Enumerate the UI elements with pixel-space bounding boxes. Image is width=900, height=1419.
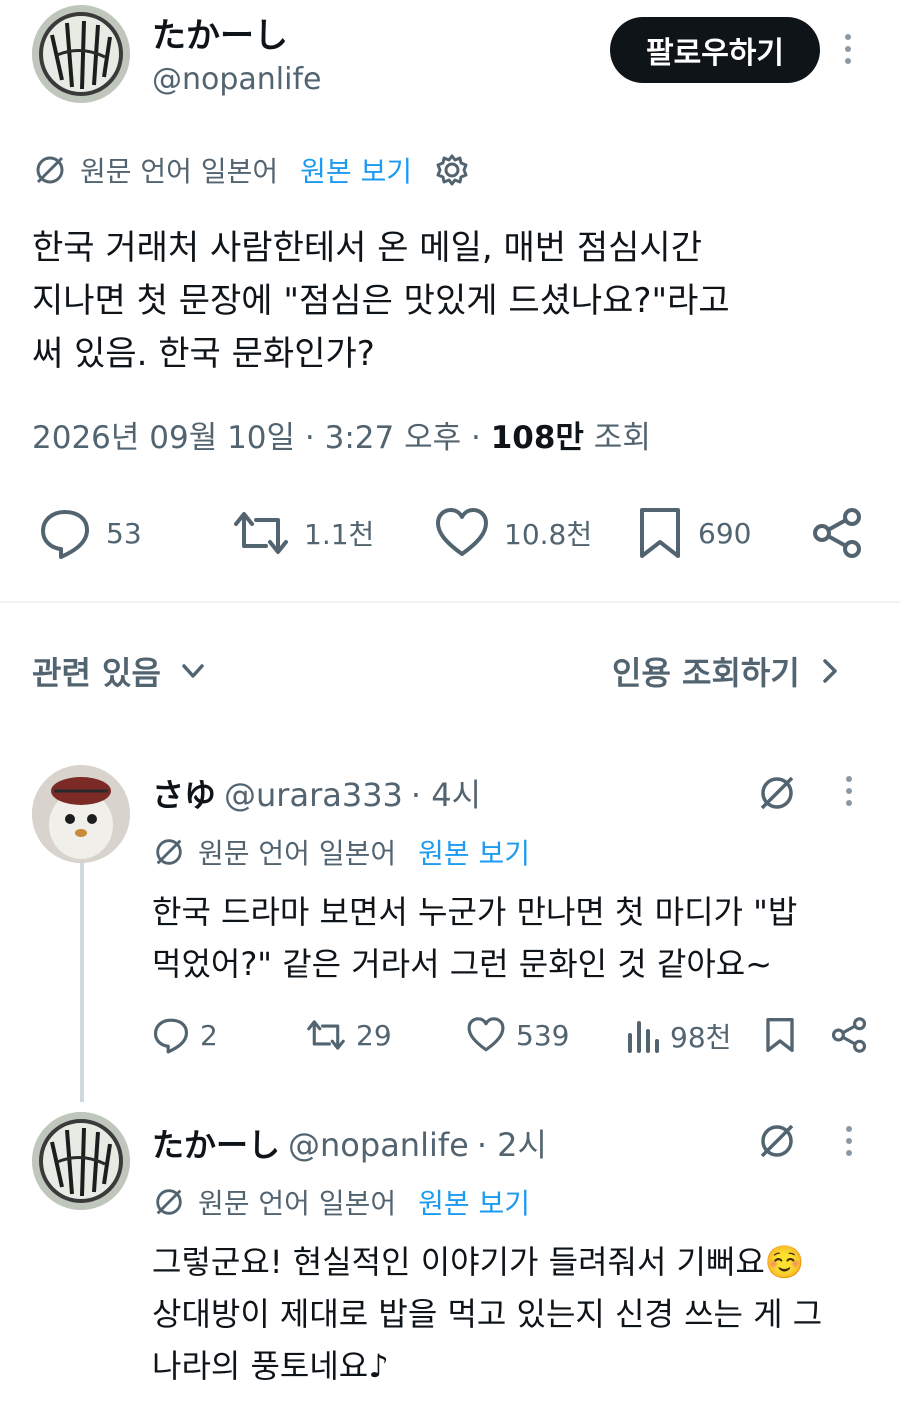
translate-label: 원문 언어 일본어 [198, 1187, 397, 1220]
view-original-link[interactable]: 원본 보기 [418, 1182, 530, 1222]
author-name[interactable]: たかーし [152, 8, 288, 57]
more-icon[interactable] [845, 34, 851, 64]
translate-label: 원문 언어 일본어 [198, 837, 397, 870]
like-count: 539 [516, 1018, 570, 1052]
view-count-label: 조회 [593, 420, 651, 456]
like-icon [434, 506, 490, 560]
bookmark-count: 690 [698, 516, 752, 550]
reply-count: 53 [106, 516, 142, 550]
share-icon[interactable] [810, 506, 864, 560]
reply-body-line: 나라의 풍토네요♪ [152, 1347, 389, 1385]
like-button[interactable]: 10.8천 [434, 506, 592, 560]
reply-body-line: 상대방이 제대로 밥을 먹고 있는지 신경 쓰는 게 그 [152, 1295, 823, 1333]
repost-count: 29 [356, 1018, 392, 1052]
views-button[interactable]: 98천 [626, 1016, 731, 1056]
share-icon[interactable] [830, 1016, 868, 1054]
translation-notice: 원문 언어 일본어 원본 보기 [152, 832, 530, 872]
reply-header: さゆ @urara333 · 4시 [152, 770, 481, 816]
reply-icon [152, 1016, 190, 1054]
post-meta: 2026년 09월 10일 · 3:27 오후 · 108만 조회 [32, 412, 651, 457]
reply-avatar[interactable] [32, 1112, 130, 1210]
views-icon [626, 1017, 660, 1055]
reply-time[interactable]: · 2시 [477, 1120, 547, 1166]
reply-body: 한국 드라마 보면서 누군가 만나면 첫 마디가 "밥 먹었어?" 같은 거라서… [152, 886, 882, 990]
reply-body-line: 먹었어?" 같은 거라서 그런 문화인 것 같아요~ [152, 945, 773, 983]
reply-author-handle[interactable]: @urara333 [224, 776, 403, 814]
reply-count: 2 [200, 1018, 218, 1052]
more-icon[interactable] [846, 776, 852, 806]
bookmark-button[interactable]: 690 [636, 506, 751, 560]
thread-line [80, 862, 84, 1102]
grok-icon[interactable] [756, 1120, 798, 1162]
view-quotes-link[interactable]: 인용 조회하기 [612, 648, 842, 694]
repost-button[interactable]: 1.1천 [232, 506, 374, 560]
view-count: 108만 [490, 420, 584, 456]
reply-time[interactable]: · 4시 [411, 770, 481, 816]
view-quotes-label: 인용 조회하기 [612, 654, 800, 692]
author-avatar[interactable] [32, 5, 130, 103]
post-body-line: 써 있음. 한국 문화인가? [32, 334, 375, 374]
divider [0, 601, 900, 603]
reply-body: 그렇군요! 현실적인 이야기가 들려줘서 기뻐요☺️ 상대방이 제대로 밥을 먹… [152, 1236, 882, 1392]
bookmark-icon [636, 506, 684, 560]
translate-icon [152, 835, 186, 869]
related-label: 관련 있음 [32, 654, 161, 692]
reply-body-line: 한국 드라마 보면서 누군가 만나면 첫 마디가 "밥 [152, 893, 798, 931]
like-icon [466, 1016, 506, 1054]
reply-button[interactable]: 53 [38, 506, 142, 560]
post-body-line: 지나면 첫 문장에 "점심은 맛있게 드셨나요?"라고 [32, 281, 730, 321]
reply-author-name[interactable]: たかーし [152, 1120, 280, 1166]
views-count: 98천 [670, 1021, 732, 1054]
view-original-link[interactable]: 원본 보기 [300, 150, 412, 190]
translation-notice: 원문 언어 일본어 원본 보기 [152, 1182, 530, 1222]
reply-body-line: 그렇군요! 현실적인 이야기가 들려줘서 기뻐요☺️ [152, 1243, 805, 1281]
author-handle[interactable]: @nopanlife [152, 62, 322, 97]
chevron-right-icon [818, 657, 842, 685]
reply-button[interactable]: 2 [152, 1016, 218, 1054]
translate-icon [152, 1185, 186, 1219]
reply-author-handle[interactable]: @nopanlife [288, 1126, 469, 1164]
post-body-line: 한국 거래처 사람한테서 온 메일, 매번 점심시간 [32, 228, 702, 268]
grok-icon[interactable] [756, 772, 798, 814]
follow-button[interactable]: 팔로우하기 [610, 17, 820, 83]
chevron-down-icon [179, 657, 207, 685]
like-count: 10.8천 [504, 518, 593, 551]
translation-notice: 원문 언어 일본어 원본 보기 [32, 150, 470, 190]
reply-avatar[interactable] [32, 765, 130, 863]
post-datetime[interactable]: 2026년 09월 10일 · 3:27 오후 · [32, 420, 481, 456]
repost-count: 1.1천 [304, 518, 375, 551]
view-original-link[interactable]: 원본 보기 [418, 832, 530, 872]
post-body: 한국 거래처 사람한테서 온 메일, 매번 점심시간 지나면 첫 문장에 "점심… [32, 222, 882, 381]
gear-icon[interactable] [434, 152, 470, 188]
translate-icon [32, 152, 68, 188]
reply-header: たかーし @nopanlife · 2시 [152, 1120, 547, 1166]
reply-icon [38, 506, 92, 560]
repost-button[interactable]: 29 [306, 1016, 392, 1054]
like-button[interactable]: 539 [466, 1016, 569, 1054]
bookmark-icon[interactable] [764, 1016, 796, 1054]
related-toggle[interactable]: 관련 있음 [32, 648, 207, 694]
more-icon[interactable] [846, 1126, 852, 1156]
repost-icon [232, 506, 290, 560]
repost-icon [306, 1016, 346, 1054]
translate-label: 원문 언어 일본어 [80, 155, 279, 188]
reply-author-name[interactable]: さゆ [152, 770, 216, 816]
